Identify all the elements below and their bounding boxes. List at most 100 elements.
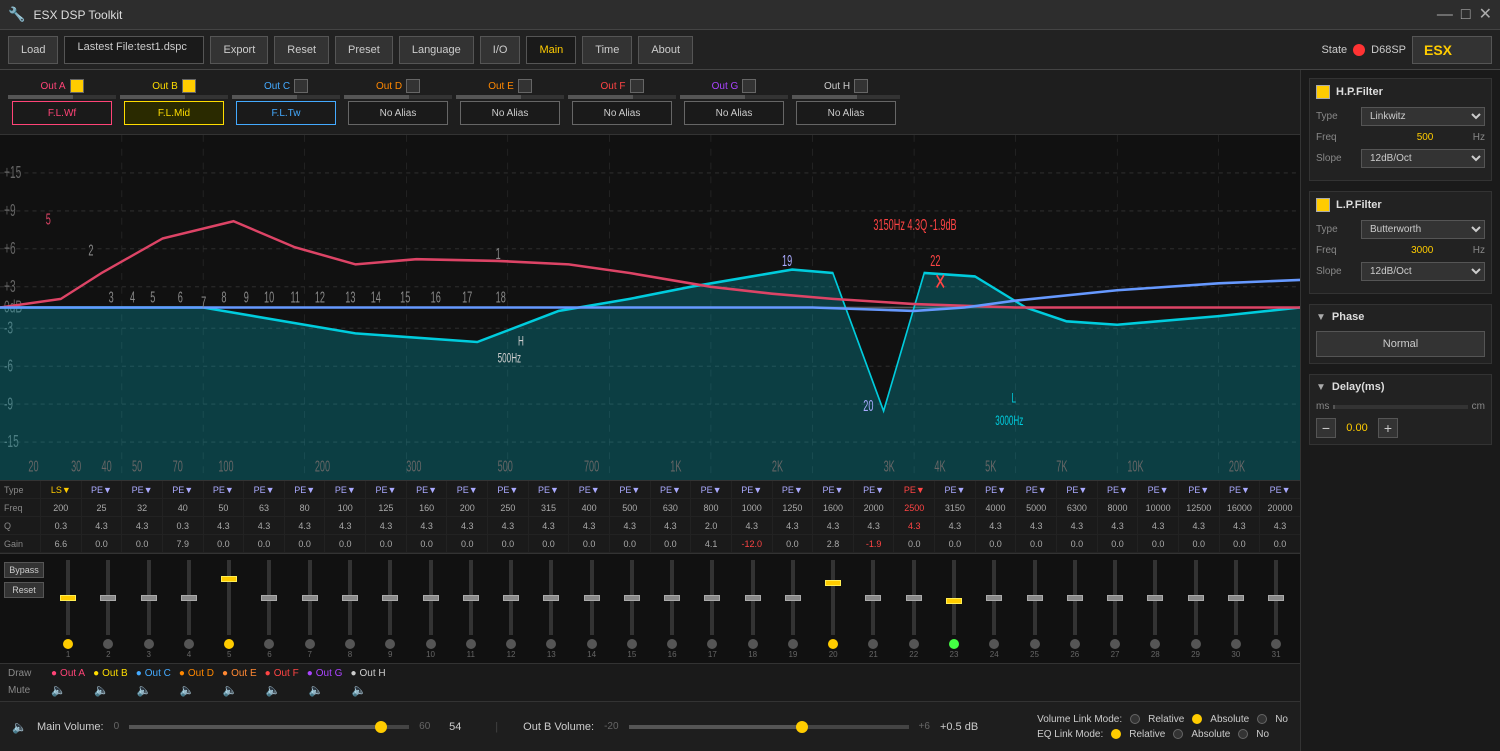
dot-15[interactable]: [627, 639, 637, 649]
eq-type-21[interactable]: PE▼: [853, 481, 894, 498]
reset-faders-button[interactable]: Reset: [4, 582, 44, 598]
eq-link-no-radio[interactable]: [1238, 729, 1248, 739]
dot-17[interactable]: [707, 639, 717, 649]
io-button[interactable]: I/O: [480, 36, 521, 64]
draw-out-f[interactable]: ● Out F: [265, 668, 299, 679]
lp-slope-select[interactable]: 12dB/Oct 24dB/Oct 48dB/Oct: [1361, 262, 1485, 281]
dot-31[interactable]: [1271, 639, 1281, 649]
fader-thumb-28[interactable]: [1147, 595, 1163, 601]
dot-11[interactable]: [466, 639, 476, 649]
vol-link-relative-radio[interactable]: [1130, 714, 1140, 724]
fader-thumb-3[interactable]: [141, 595, 157, 601]
fader-thumb-8[interactable]: [342, 595, 358, 601]
eq-freq-12[interactable]: 250: [487, 499, 528, 516]
hp-slope-select[interactable]: 12dB/Oct 24dB/Oct 48dB/Oct: [1361, 149, 1485, 168]
fader-thumb-2[interactable]: [100, 595, 116, 601]
eq-type-9[interactable]: PE▼: [365, 481, 406, 498]
eq-type-5[interactable]: PE▼: [203, 481, 244, 498]
fader-track-5[interactable]: [227, 560, 231, 635]
eq-freq-4[interactable]: 40: [162, 499, 203, 516]
dot-22[interactable]: [909, 639, 919, 649]
eq-type-25[interactable]: PE▼: [1015, 481, 1056, 498]
fader-track-11[interactable]: [469, 560, 473, 635]
eq-freq-29[interactable]: 12500: [1178, 499, 1219, 516]
eq-gain-13[interactable]: 0.0: [528, 535, 569, 552]
eq-gain-14[interactable]: 0.0: [568, 535, 609, 552]
eq-freq-26[interactable]: 6300: [1056, 499, 1097, 516]
eq-freq-9[interactable]: 125: [365, 499, 406, 516]
fader-thumb-29[interactable]: [1188, 595, 1204, 601]
ch-c-checkbox[interactable]: [294, 79, 308, 93]
fader-thumb-11[interactable]: [463, 595, 479, 601]
eq-gain-1[interactable]: 6.6: [40, 535, 81, 552]
eq-type-4[interactable]: PE▼: [162, 481, 203, 498]
eq-q-20[interactable]: 4.3: [812, 517, 853, 534]
draw-out-g[interactable]: ● Out G: [307, 668, 343, 679]
fader-thumb-22[interactable]: [906, 595, 922, 601]
fader-thumb-13[interactable]: [543, 595, 559, 601]
fader-thumb-9[interactable]: [382, 595, 398, 601]
ch-h-button[interactable]: No Alias: [796, 101, 896, 125]
eq-gain-23[interactable]: 0.0: [934, 535, 975, 552]
eq-q-23[interactable]: 4.3: [934, 517, 975, 534]
eq-type-20[interactable]: PE▼: [812, 481, 853, 498]
eq-gain-4[interactable]: 7.9: [162, 535, 203, 552]
fader-track-9[interactable]: [388, 560, 392, 635]
eq-gain-29[interactable]: 0.0: [1178, 535, 1219, 552]
dot-12[interactable]: [506, 639, 516, 649]
draw-out-h[interactable]: ● Out H: [350, 668, 385, 679]
eq-type-19[interactable]: PE▼: [772, 481, 813, 498]
eq-type-14[interactable]: PE▼: [568, 481, 609, 498]
ch-h-checkbox[interactable]: [854, 79, 868, 93]
eq-freq-5[interactable]: 50: [203, 499, 244, 516]
eq-type-16[interactable]: PE▼: [650, 481, 691, 498]
fader-thumb-19[interactable]: [785, 595, 801, 601]
eq-graph[interactable]: +15 +9 +6 +3 0dB -3 -6 -9 -15: [0, 135, 1300, 480]
eq-freq-16[interactable]: 630: [650, 499, 691, 516]
eq-gain-27[interactable]: 0.0: [1097, 535, 1138, 552]
eq-q-18[interactable]: 4.3: [731, 517, 772, 534]
eq-gain-21[interactable]: -1.9: [853, 535, 894, 552]
eq-freq-8[interactable]: 100: [324, 499, 365, 516]
minimize-button[interactable]: —: [1437, 7, 1453, 23]
eq-q-3[interactable]: 4.3: [121, 517, 162, 534]
eq-type-31[interactable]: PE▼: [1259, 481, 1300, 498]
eq-type-3[interactable]: PE▼: [121, 481, 162, 498]
fader-track-2[interactable]: [106, 560, 110, 635]
fader-thumb-10[interactable]: [423, 595, 439, 601]
eq-freq-30[interactable]: 16000: [1219, 499, 1260, 516]
fader-thumb-25[interactable]: [1027, 595, 1043, 601]
dot-3[interactable]: [144, 639, 154, 649]
eq-freq-13[interactable]: 315: [528, 499, 569, 516]
eq-gain-30[interactable]: 0.0: [1219, 535, 1260, 552]
maximize-button[interactable]: □: [1461, 7, 1471, 23]
eq-freq-6[interactable]: 63: [243, 499, 284, 516]
eq-q-5[interactable]: 4.3: [203, 517, 244, 534]
eq-type-26[interactable]: PE▼: [1056, 481, 1097, 498]
eq-link-relative-radio[interactable]: [1111, 729, 1121, 739]
delay-minus-button[interactable]: −: [1316, 418, 1336, 438]
eq-freq-1[interactable]: 200: [40, 499, 81, 516]
reset-button[interactable]: Reset: [274, 36, 329, 64]
eq-q-22[interactable]: 4.3: [893, 517, 934, 534]
ch-c-button[interactable]: F.L.Tw: [236, 101, 336, 125]
fader-thumb-16[interactable]: [664, 595, 680, 601]
fader-thumb-4[interactable]: [181, 595, 197, 601]
fader-track-30[interactable]: [1234, 560, 1238, 635]
eq-type-28[interactable]: PE▼: [1137, 481, 1178, 498]
dot-4[interactable]: [184, 639, 194, 649]
mute-f-icon[interactable]: 🔈: [266, 683, 281, 697]
dot-20[interactable]: [828, 639, 838, 649]
mute-b-icon[interactable]: 🔈: [94, 683, 109, 697]
language-button[interactable]: Language: [399, 36, 474, 64]
mute-c-icon[interactable]: 🔈: [137, 683, 152, 697]
eq-freq-2[interactable]: 25: [81, 499, 122, 516]
dot-5[interactable]: [224, 639, 234, 649]
time-button[interactable]: Time: [582, 36, 632, 64]
dot-26[interactable]: [1070, 639, 1080, 649]
fader-track-4[interactable]: [187, 560, 191, 635]
eq-type-23[interactable]: PE▼: [934, 481, 975, 498]
out-b-vol-slider[interactable]: [629, 725, 909, 729]
eq-q-16[interactable]: 4.3: [650, 517, 691, 534]
fader-track-29[interactable]: [1194, 560, 1198, 635]
